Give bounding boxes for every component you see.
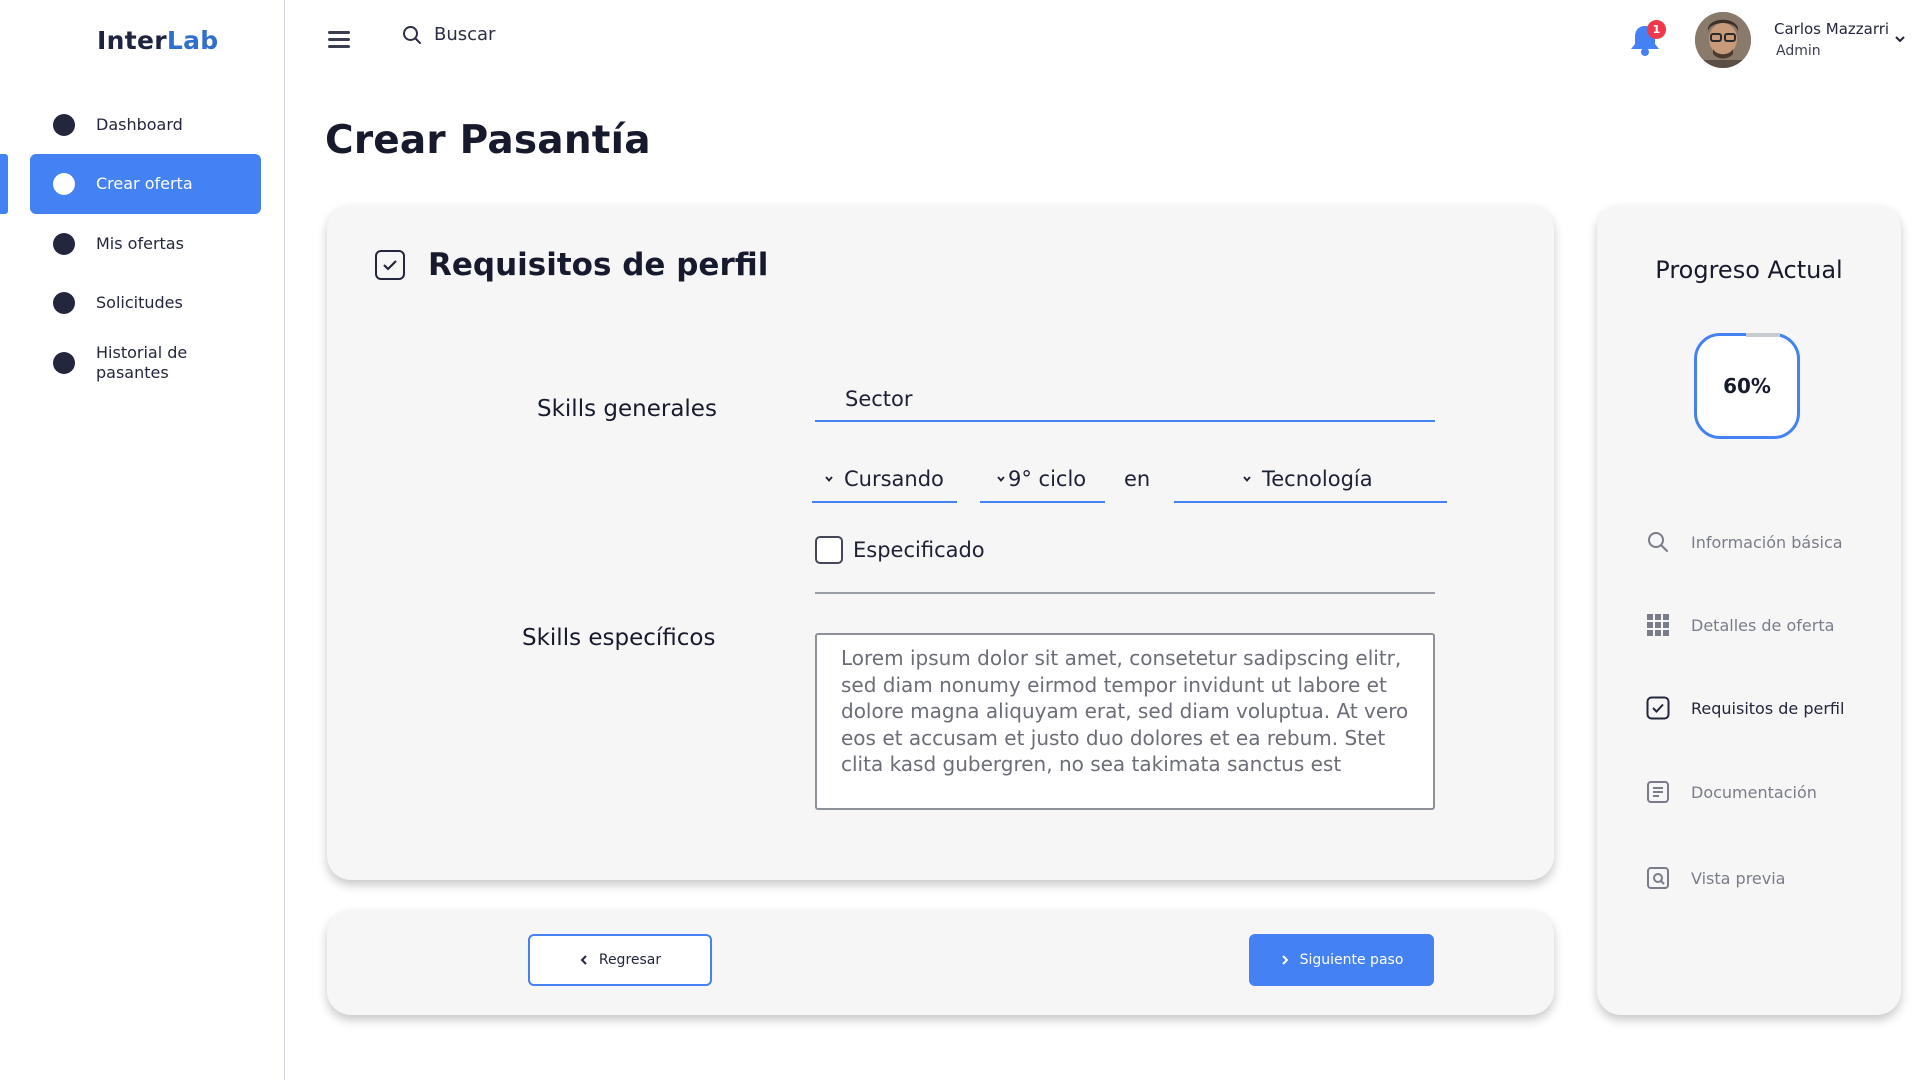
search-icon bbox=[403, 25, 421, 44]
step-label: Requisitos de perfil bbox=[1691, 698, 1845, 718]
menu-icon-bar bbox=[328, 45, 350, 48]
user-photo bbox=[1695, 12, 1751, 68]
especificado-checkbox[interactable]: Especificado bbox=[815, 536, 985, 564]
notification-badge: 1 bbox=[1647, 20, 1666, 39]
step-documentacion[interactable]: Documentación bbox=[1645, 779, 1817, 805]
sidebar: InterLab Dashboard Crear oferta Mis ofer… bbox=[0, 0, 285, 1080]
sidebar-item-label: Dashboard bbox=[96, 115, 183, 134]
skills-especificos-textarea[interactable]: Lorem ipsum dolor sit amet, consetetur s… bbox=[815, 633, 1435, 810]
user-name: Carlos Mazzarri bbox=[1774, 20, 1890, 38]
chevron-down-icon[interactable] bbox=[1893, 32, 1907, 46]
document-icon bbox=[1645, 779, 1671, 805]
sidebar-item-historial[interactable]: Historial de pasantes bbox=[30, 333, 261, 393]
crear-oferta-icon bbox=[53, 173, 75, 195]
logo-text-inter: Inter bbox=[97, 26, 167, 55]
sidebar-item-solicitudes[interactable]: Solicitudes bbox=[30, 273, 261, 333]
dashboard-icon bbox=[53, 114, 75, 136]
sector-value: Sector bbox=[845, 386, 913, 411]
section-title: Requisitos de perfil bbox=[428, 247, 769, 283]
sector-field[interactable]: Sector bbox=[815, 377, 1435, 422]
chevron-left-icon bbox=[580, 955, 587, 965]
next-step-button[interactable]: Siguiente paso bbox=[1249, 934, 1434, 986]
menu-toggle-button[interactable] bbox=[328, 31, 350, 49]
sidebar-item-label: Historial de pasantes bbox=[96, 343, 188, 382]
search-placeholder: Buscar bbox=[434, 24, 496, 45]
solicitudes-icon bbox=[53, 292, 75, 314]
step-detalles-de-oferta[interactable]: Detalles de oferta bbox=[1645, 612, 1834, 638]
profile-requirements-card: Requisitos de perfil Skills generales Se… bbox=[327, 205, 1554, 880]
progress-card: Progreso Actual 60% Información básica D… bbox=[1597, 205, 1901, 1015]
back-button-label: Regresar bbox=[598, 952, 662, 968]
back-button[interactable]: Regresar bbox=[528, 934, 712, 986]
progress-remaining-segment bbox=[1746, 333, 1780, 337]
sidebar-item-label: Mis ofertas bbox=[96, 234, 184, 253]
divider bbox=[815, 592, 1435, 594]
page-title: Crear Pasantía bbox=[325, 118, 651, 163]
skills-generales-label: Skills generales bbox=[537, 396, 717, 422]
preview-icon bbox=[1645, 865, 1671, 891]
historial-icon bbox=[53, 352, 75, 374]
step-requisitos-de-perfil[interactable]: Requisitos de perfil bbox=[1645, 695, 1844, 721]
avatar[interactable] bbox=[1695, 12, 1751, 68]
search-icon bbox=[1645, 529, 1671, 555]
skills-especificos-label: Skills específicos bbox=[522, 625, 716, 651]
progress-title: Progreso Actual bbox=[1655, 256, 1843, 284]
sidebar-item-dashboard[interactable]: Dashboard bbox=[30, 95, 261, 155]
chevron-down-icon bbox=[1243, 476, 1251, 482]
active-indicator bbox=[0, 154, 8, 214]
connector-text: en bbox=[1124, 467, 1151, 491]
step-label: Información básica bbox=[1691, 532, 1843, 552]
mis-ofertas-icon bbox=[53, 233, 75, 255]
menu-icon-bar bbox=[328, 31, 350, 34]
especificado-label: Especificado bbox=[853, 538, 985, 562]
progress-percent: 60% bbox=[1723, 374, 1771, 398]
chevron-right-icon bbox=[1281, 955, 1289, 965]
sidebar-item-crear-oferta[interactable]: Crear oferta bbox=[30, 154, 261, 214]
sidebar-item-label: Solicitudes bbox=[96, 293, 183, 312]
status-select[interactable]: Cursando bbox=[812, 457, 957, 503]
step-label: Detalles de oferta bbox=[1691, 615, 1835, 635]
chevron-down-icon bbox=[825, 476, 833, 482]
ciclo-select[interactable]: 9° ciclo bbox=[980, 457, 1105, 503]
progress-indicator: 60% bbox=[1694, 333, 1800, 439]
area-value: Tecnología bbox=[1262, 467, 1373, 491]
step-vista-previa[interactable]: Vista previa bbox=[1645, 865, 1785, 891]
user-role: Admin bbox=[1776, 43, 1821, 59]
grid-icon bbox=[1645, 612, 1671, 638]
logo-text-lab: Lab bbox=[166, 26, 219, 55]
sidebar-item-mis-ofertas[interactable]: Mis ofertas bbox=[30, 214, 261, 274]
ciclo-value: 9° ciclo bbox=[1008, 467, 1087, 491]
step-label: Vista previa bbox=[1691, 868, 1786, 888]
checkbox-box bbox=[815, 536, 843, 564]
next-button-label: Siguiente paso bbox=[1299, 952, 1404, 968]
checkbox-icon bbox=[1645, 695, 1671, 721]
chevron-down-icon bbox=[997, 476, 1005, 482]
step-label: Documentación bbox=[1691, 782, 1817, 802]
step-informacion-basica[interactable]: Información básica bbox=[1645, 529, 1843, 555]
status-value: Cursando bbox=[844, 467, 944, 491]
app-logo[interactable]: InterLab bbox=[97, 26, 218, 55]
checkbox-icon bbox=[375, 250, 405, 280]
search-input[interactable]: Buscar bbox=[402, 24, 495, 45]
sidebar-item-label: Crear oferta bbox=[96, 174, 193, 193]
step-navigation-card: Regresar Siguiente paso bbox=[327, 910, 1554, 1015]
menu-icon-bar bbox=[328, 38, 350, 41]
area-select[interactable]: Tecnología bbox=[1174, 457, 1447, 503]
